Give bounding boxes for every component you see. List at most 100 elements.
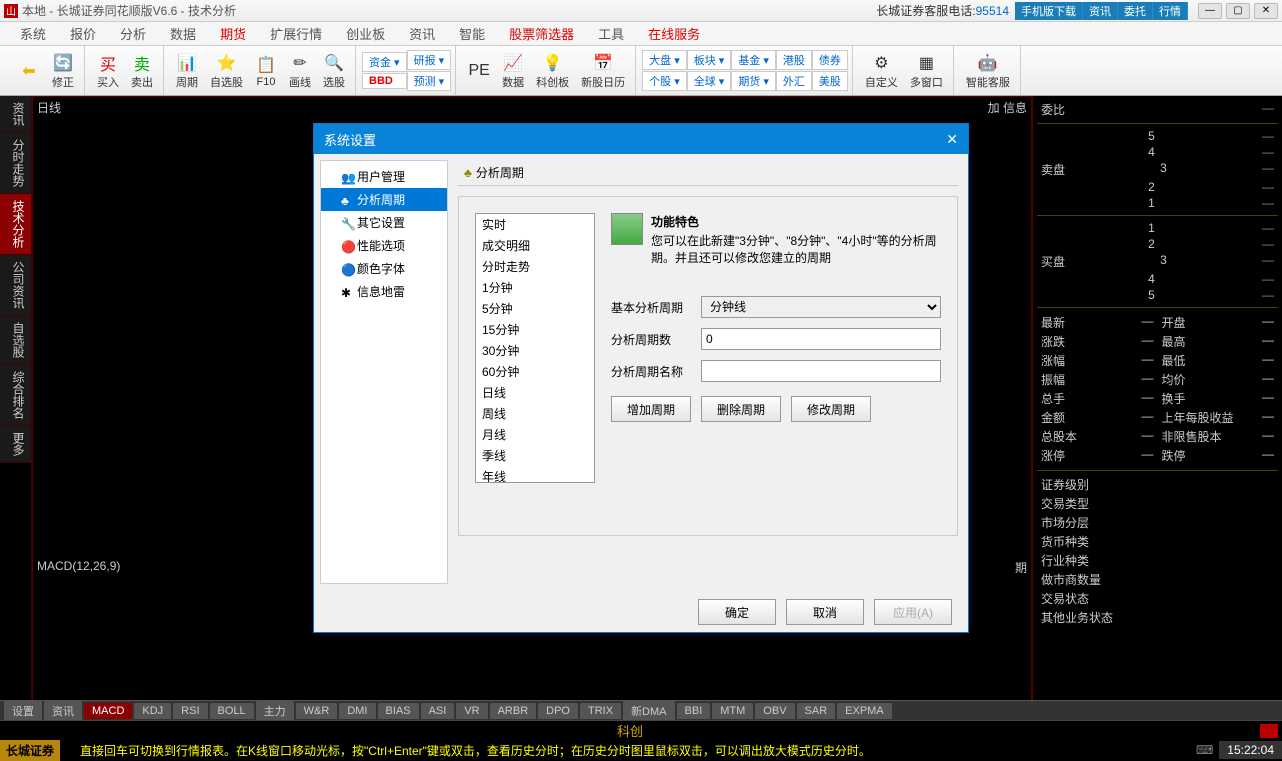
- side-tab-5[interactable]: 综合排名: [0, 365, 31, 426]
- period-option[interactable]: 月线: [476, 424, 594, 445]
- global-dropdown[interactable]: 全球 ▾: [687, 71, 732, 91]
- indicator-tab-DMI[interactable]: DMI: [339, 703, 375, 719]
- menu-10[interactable]: 工具: [586, 24, 636, 43]
- stock-dropdown[interactable]: 个股 ▾: [642, 71, 687, 91]
- period-option[interactable]: 实时: [476, 214, 594, 235]
- selectstock-button[interactable]: 🔍选股: [317, 50, 351, 92]
- indicator-tab-资讯[interactable]: 资讯: [44, 701, 82, 721]
- tree-item-5[interactable]: ✱信息地雷: [321, 280, 447, 303]
- period-option[interactable]: 60分钟: [476, 361, 594, 382]
- research-dropdown[interactable]: 研报 ▾: [407, 50, 452, 70]
- close-button[interactable]: ✕: [1254, 3, 1278, 19]
- add-period-button[interactable]: 增加周期: [611, 396, 691, 422]
- indicator-tab-主力[interactable]: 主力: [256, 701, 294, 721]
- indicator-tab-EXPMA[interactable]: EXPMA: [837, 703, 892, 719]
- buy-button[interactable]: 买买入: [91, 50, 125, 92]
- menu-2[interactable]: 分析: [108, 24, 158, 43]
- menu-8[interactable]: 智能: [447, 24, 497, 43]
- indicator-tab-新DMA[interactable]: 新DMA: [623, 701, 674, 721]
- indicator-tab-设置[interactable]: 设置: [4, 701, 42, 721]
- menu-9[interactable]: 股票筛选器: [497, 24, 586, 43]
- market-dropdown[interactable]: 大盘 ▾: [642, 50, 687, 70]
- side-tab-3[interactable]: 公司资讯: [0, 255, 31, 316]
- side-tab-1[interactable]: 分时走势: [0, 133, 31, 194]
- period-option[interactable]: 30分钟: [476, 340, 594, 361]
- smartcs-button[interactable]: 🤖智能客服: [960, 50, 1016, 92]
- indicator-tab-BIAS[interactable]: BIAS: [378, 703, 419, 719]
- indicator-tab-RSI[interactable]: RSI: [173, 703, 207, 719]
- menu-4[interactable]: 期货: [208, 24, 258, 43]
- indicator-tab-SAR[interactable]: SAR: [797, 703, 836, 719]
- tree-item-2[interactable]: 🔧其它设置: [321, 211, 447, 234]
- side-tab-4[interactable]: 自选股: [0, 316, 31, 365]
- dialog-titlebar[interactable]: 系统设置 ✕: [314, 124, 968, 154]
- quick-link-trade[interactable]: 委托: [1118, 2, 1153, 20]
- selfselect-button[interactable]: ⭐自选股: [204, 50, 249, 92]
- tree-item-3[interactable]: 🔴性能选项: [321, 234, 447, 257]
- forecast-dropdown[interactable]: 预测 ▾: [407, 71, 452, 91]
- maximize-button[interactable]: ▢: [1226, 3, 1250, 19]
- custom-button[interactable]: ⚙自定义: [859, 50, 904, 92]
- period-list[interactable]: 实时成交明细分时走势1分钟5分钟15分钟30分钟60分钟日线周线月线季线年线多周…: [475, 213, 595, 483]
- quick-link-news[interactable]: 资讯: [1083, 2, 1118, 20]
- delete-period-button[interactable]: 删除周期: [701, 396, 781, 422]
- tree-item-4[interactable]: 🔵颜色字体: [321, 257, 447, 280]
- scitech-button[interactable]: 💡科创板: [530, 50, 575, 92]
- us-button[interactable]: 美股: [812, 71, 848, 91]
- indicator-tab-MTM[interactable]: MTM: [712, 703, 753, 719]
- tree-item-0[interactable]: 👥用户管理: [321, 165, 447, 188]
- menu-6[interactable]: 创业板: [334, 24, 397, 43]
- menu-0[interactable]: 系统: [8, 24, 58, 43]
- apply-button[interactable]: 应用(A): [874, 599, 952, 625]
- modify-period-button[interactable]: 修改周期: [791, 396, 871, 422]
- period-option[interactable]: 季线: [476, 445, 594, 466]
- indicator-tab-W&R[interactable]: W&R: [296, 703, 338, 719]
- ok-button[interactable]: 确定: [698, 599, 776, 625]
- menu-1[interactable]: 报价: [58, 24, 108, 43]
- data-button[interactable]: 📈数据: [496, 50, 530, 92]
- menu-5[interactable]: 扩展行情: [258, 24, 334, 43]
- indicator-tab-BBI[interactable]: BBI: [677, 703, 711, 719]
- tree-item-1[interactable]: ♣分析周期: [321, 188, 447, 211]
- indicator-tab-ASI[interactable]: ASI: [421, 703, 455, 719]
- multiwin-button[interactable]: ▦多窗口: [904, 50, 949, 92]
- hk-button[interactable]: 港股: [776, 50, 812, 70]
- side-tab-2[interactable]: 技术分析: [0, 194, 31, 255]
- period-name-input[interactable]: [701, 360, 941, 382]
- side-tab-6[interactable]: 更多: [0, 426, 31, 463]
- indicator-tab-DPO[interactable]: DPO: [538, 703, 578, 719]
- forex-button[interactable]: 外汇: [776, 71, 812, 91]
- indicator-tab-VR[interactable]: VR: [456, 703, 487, 719]
- minimize-button[interactable]: —: [1198, 3, 1222, 19]
- indicator-tab-MACD[interactable]: MACD: [84, 703, 132, 719]
- cancel-button[interactable]: 取消: [786, 599, 864, 625]
- period-option[interactable]: 周线: [476, 403, 594, 424]
- cycle-button[interactable]: 📊周期: [170, 50, 204, 92]
- indicator-tab-OBV[interactable]: OBV: [755, 703, 794, 719]
- menu-3[interactable]: 数据: [158, 24, 208, 43]
- back-button[interactable]: ⬅: [12, 58, 46, 84]
- sell-button[interactable]: 卖卖出: [125, 50, 159, 92]
- side-tab-0[interactable]: 资讯: [0, 96, 31, 133]
- bond-button[interactable]: 债券: [812, 50, 848, 70]
- f10-button[interactable]: 📋F10: [249, 52, 283, 90]
- period-count-input[interactable]: [701, 328, 941, 350]
- basic-period-select[interactable]: 分钟线: [701, 296, 941, 318]
- funds-dropdown[interactable]: 资金 ▾: [362, 52, 407, 72]
- period-option[interactable]: 年线: [476, 466, 594, 483]
- pe-button[interactable]: PE: [462, 58, 496, 84]
- fund-dropdown[interactable]: 基金 ▾: [731, 50, 776, 70]
- indicator-tab-ARBR[interactable]: ARBR: [490, 703, 537, 719]
- period-option[interactable]: 1分钟: [476, 277, 594, 298]
- keyboard-icon[interactable]: ⌨: [1190, 743, 1219, 757]
- period-option[interactable]: 分时走势: [476, 256, 594, 277]
- indicator-tab-BOLL[interactable]: BOLL: [210, 703, 254, 719]
- period-option[interactable]: 日线: [476, 382, 594, 403]
- indicator-tab-TRIX[interactable]: TRIX: [580, 703, 621, 719]
- period-option[interactable]: 15分钟: [476, 319, 594, 340]
- quick-link-quote[interactable]: 行情: [1153, 2, 1188, 20]
- bbd-button[interactable]: BBD: [362, 73, 407, 89]
- menu-11[interactable]: 在线服务: [636, 24, 712, 43]
- period-option[interactable]: 成交明细: [476, 235, 594, 256]
- menu-7[interactable]: 资讯: [397, 24, 447, 43]
